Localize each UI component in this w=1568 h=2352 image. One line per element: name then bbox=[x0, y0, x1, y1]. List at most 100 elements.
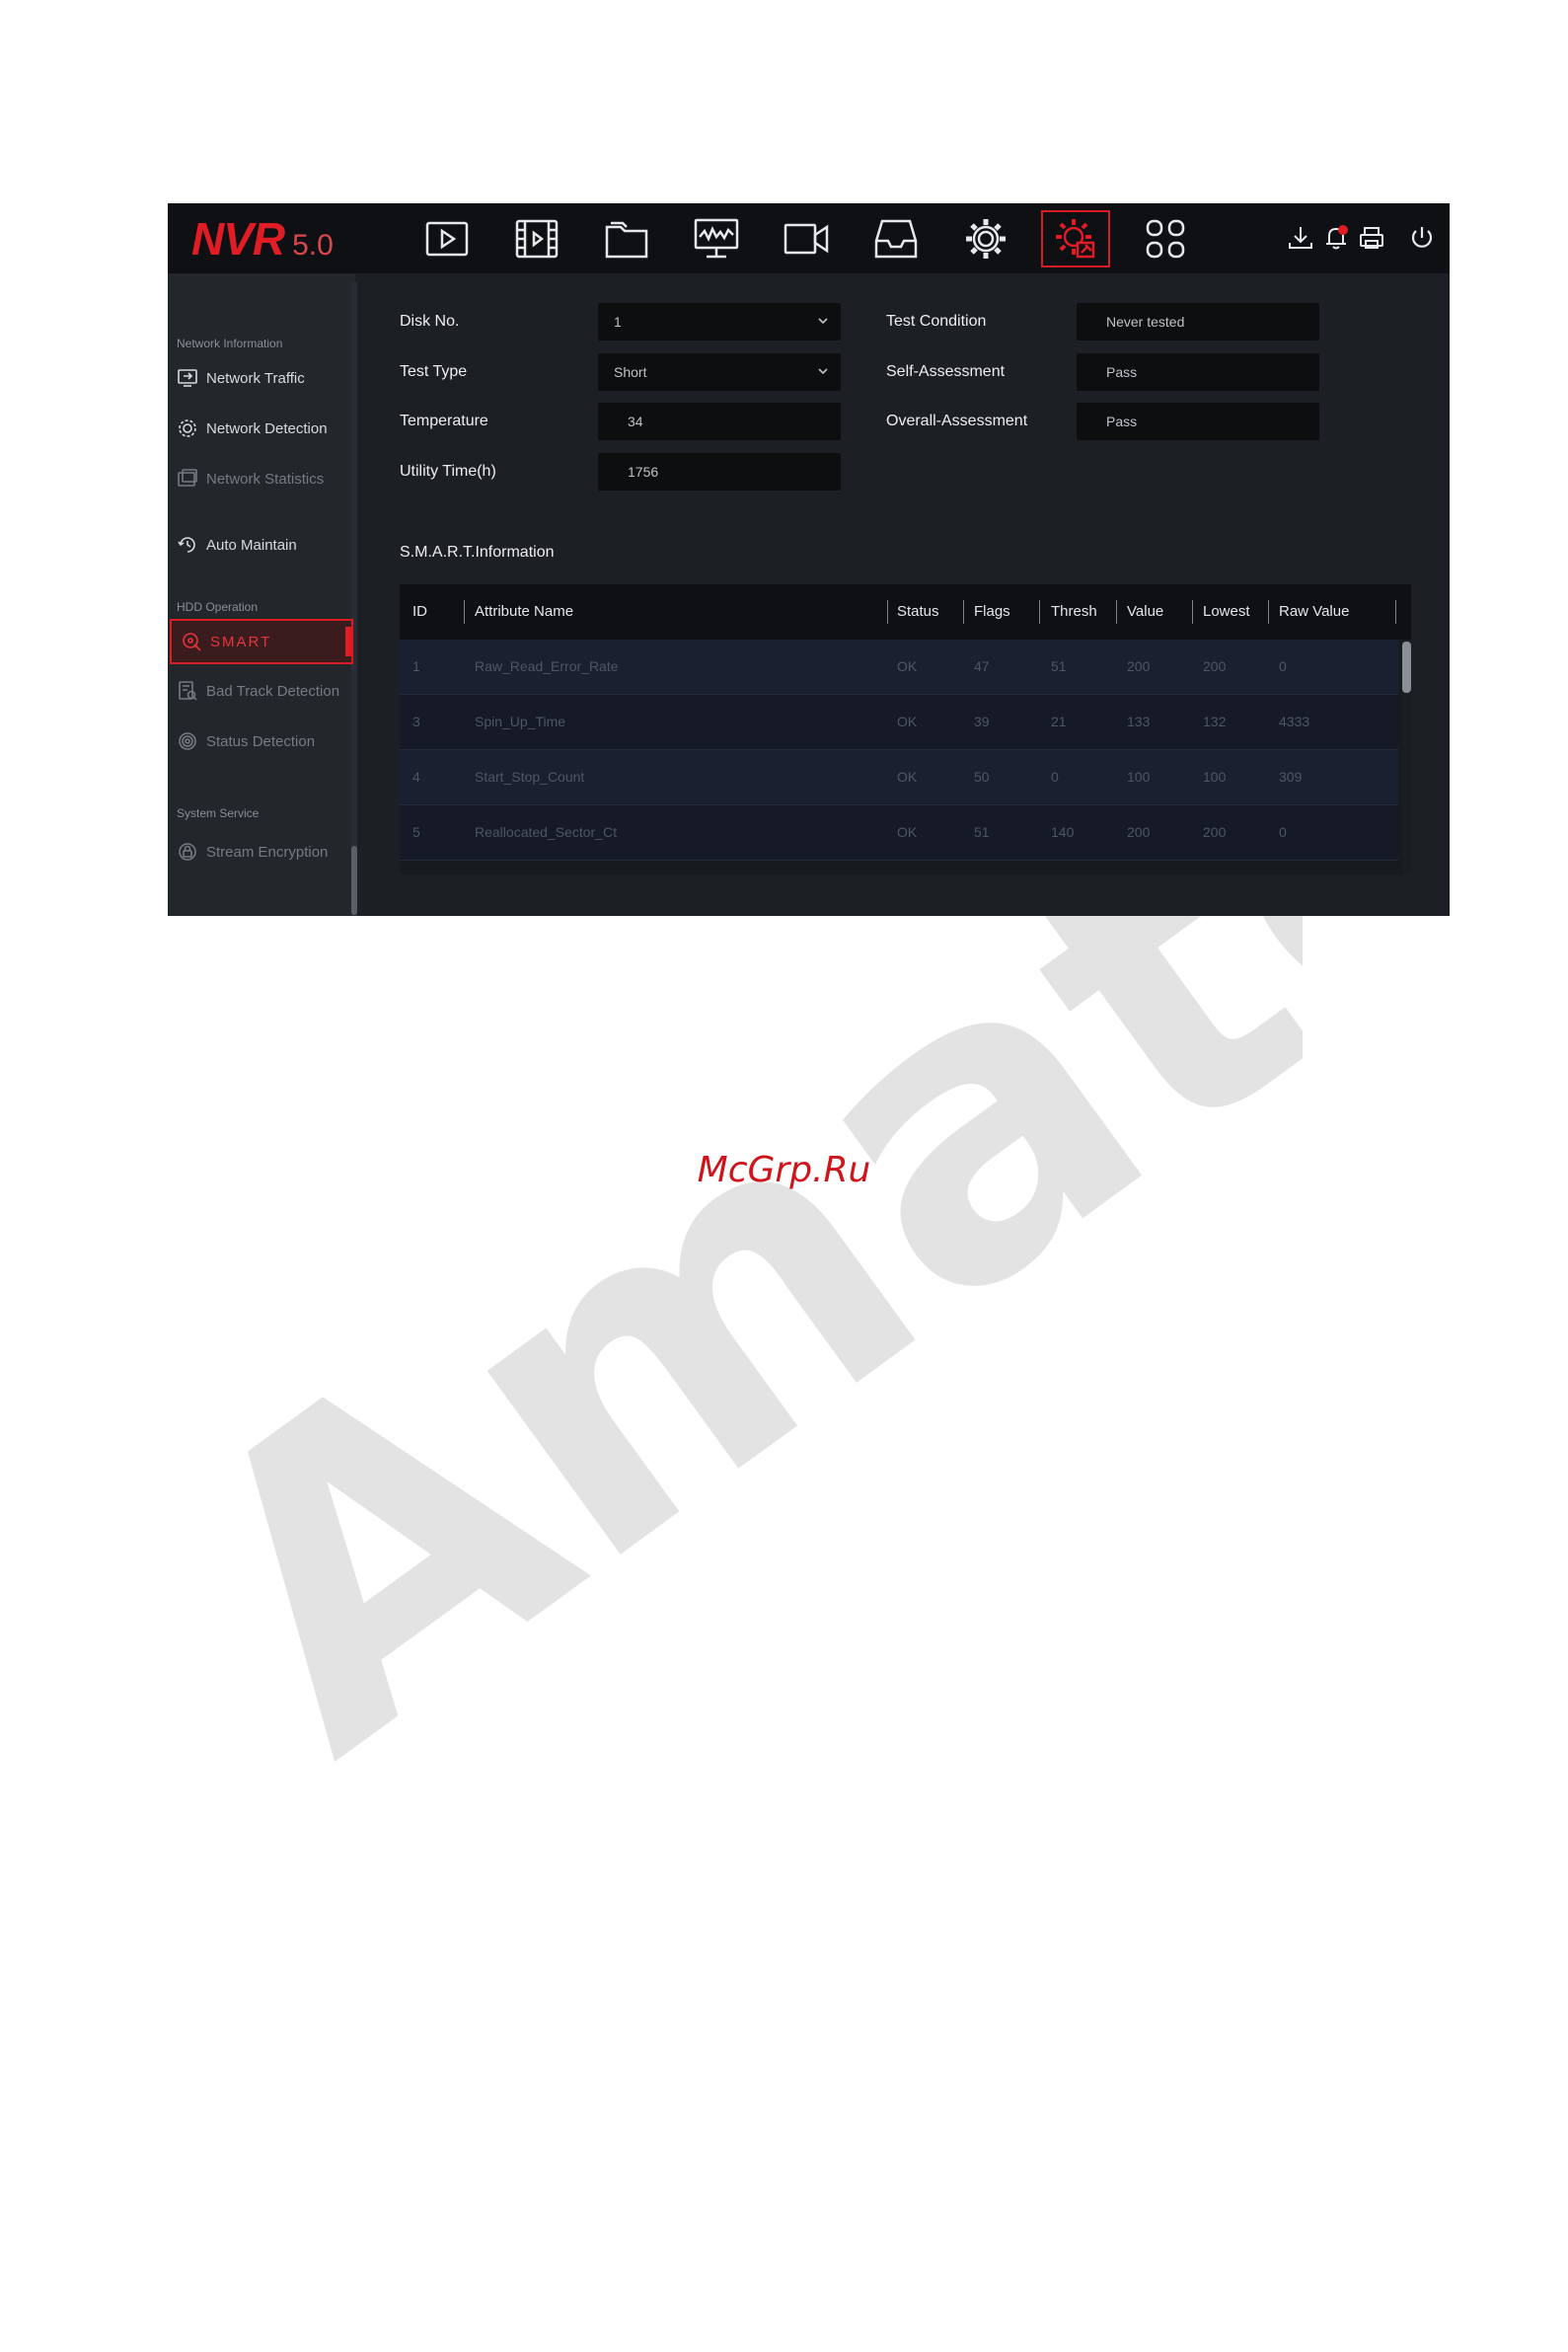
sidebar-item-status-detection[interactable]: Status Detection bbox=[168, 721, 349, 761]
cell-attribute: Reallocated_Sector_Ct bbox=[475, 824, 617, 840]
column-divider bbox=[464, 600, 465, 624]
utility-time-value: 1756 bbox=[628, 464, 659, 480]
test-type-select[interactable]: Short bbox=[598, 353, 841, 391]
sidebar-scrollbar[interactable] bbox=[351, 846, 357, 915]
section-hdd-operation: HDD Operation bbox=[177, 600, 259, 614]
network-traffic-label: Network Traffic bbox=[206, 369, 305, 387]
col-status[interactable]: Status bbox=[897, 603, 939, 620]
auto-maintain-icon bbox=[176, 533, 199, 557]
video-clip-icon[interactable] bbox=[502, 210, 571, 267]
section-network-information: Network Information bbox=[177, 337, 283, 350]
cell-status: OK bbox=[897, 769, 918, 785]
bad-track-detection-label: Bad Track Detection bbox=[206, 682, 340, 700]
sidebar-item-network-statistics[interactable]: Network Statistics bbox=[168, 459, 349, 498]
cell-attribute: Start_Stop_Count bbox=[475, 769, 585, 785]
cell-lowest: 200 bbox=[1203, 824, 1227, 840]
cell-value: 100 bbox=[1127, 769, 1151, 785]
smart-info-title: S.M.A.R.T.Information bbox=[400, 544, 555, 561]
file-folder-icon[interactable] bbox=[592, 210, 661, 267]
printer-icon[interactable] bbox=[1355, 221, 1388, 255]
column-divider bbox=[1395, 600, 1396, 624]
col-raw-value[interactable]: Raw Value bbox=[1279, 603, 1349, 620]
cell-id: 5 bbox=[412, 824, 420, 840]
table-row[interactable]: 3 Spin_Up_Time OK 39 21 133 132 4333 bbox=[400, 695, 1398, 750]
active-indicator bbox=[345, 627, 351, 656]
column-divider bbox=[1116, 600, 1117, 624]
storage-tray-icon[interactable] bbox=[861, 210, 931, 267]
column-divider bbox=[1192, 600, 1193, 624]
table-scrollbar[interactable] bbox=[1402, 642, 1411, 693]
settings-gear-icon[interactable] bbox=[951, 210, 1020, 267]
column-divider bbox=[1039, 600, 1040, 624]
overall-assessment-value: Pass bbox=[1106, 414, 1138, 429]
sidebar-item-auto-maintain[interactable]: Auto Maintain bbox=[168, 525, 349, 565]
column-divider bbox=[887, 600, 888, 624]
alarm-bell-icon[interactable] bbox=[1319, 221, 1353, 255]
cell-flags: 39 bbox=[974, 714, 990, 729]
network-statistics-label: Network Statistics bbox=[206, 470, 325, 488]
self-assessment-field: Pass bbox=[1077, 353, 1319, 391]
camera-icon[interactable] bbox=[772, 210, 841, 267]
column-divider bbox=[963, 600, 964, 624]
auto-maintain-label: Auto Maintain bbox=[206, 536, 297, 554]
temperature-label: Temperature bbox=[400, 413, 488, 429]
playback-icon[interactable] bbox=[412, 210, 482, 267]
cell-raw: 309 bbox=[1279, 769, 1303, 785]
sidebar-item-stream-encryption[interactable]: Stream Encryption bbox=[168, 832, 349, 872]
col-attribute-name[interactable]: Attribute Name bbox=[475, 603, 573, 620]
disk-no-select[interactable]: 1 bbox=[598, 303, 841, 341]
network-detection-icon bbox=[176, 417, 199, 440]
temperature-value: 34 bbox=[628, 414, 643, 429]
row-divider bbox=[400, 860, 1398, 861]
monitor-graph-icon[interactable] bbox=[682, 210, 751, 267]
status-detection-label: Status Detection bbox=[206, 732, 316, 750]
cell-raw: 0 bbox=[1279, 658, 1287, 674]
status-detection-icon bbox=[176, 729, 199, 753]
cell-attribute: Spin_Up_Time bbox=[475, 714, 566, 729]
utility-time-field: 1756 bbox=[598, 453, 841, 491]
table-header: ID Attribute Name Status Flags Thresh Va… bbox=[400, 584, 1411, 640]
table-row[interactable]: 5 Reallocated_Sector_Ct OK 51 140 200 20… bbox=[400, 805, 1398, 861]
disk-no-value: 1 bbox=[614, 314, 622, 330]
cell-status: OK bbox=[897, 824, 918, 840]
nvr-logo: NVR 5.0 bbox=[191, 209, 334, 268]
smart-label: SMART bbox=[210, 633, 272, 650]
test-type-label: Test Type bbox=[400, 363, 468, 380]
cell-id: 3 bbox=[412, 714, 420, 729]
col-id[interactable]: ID bbox=[412, 603, 427, 620]
test-type-value: Short bbox=[614, 364, 647, 380]
sidebar: Network Information Network Traffic Netw… bbox=[168, 273, 357, 916]
network-traffic-icon bbox=[176, 366, 199, 390]
self-assessment-value: Pass bbox=[1106, 364, 1138, 380]
maintenance-gear-icon[interactable] bbox=[1041, 210, 1110, 267]
cell-thresh: 140 bbox=[1051, 824, 1075, 840]
cell-attribute: Raw_Read_Error_Rate bbox=[475, 658, 619, 674]
self-assessment-label: Self-Assessment bbox=[886, 363, 1006, 380]
column-divider bbox=[1268, 600, 1269, 624]
cell-thresh: 21 bbox=[1051, 714, 1067, 729]
sidebar-scroll-track[interactable] bbox=[351, 282, 357, 916]
cell-thresh: 0 bbox=[1051, 769, 1059, 785]
col-flags[interactable]: Flags bbox=[974, 603, 1010, 620]
table-row[interactable]: 1 Raw_Read_Error_Rate OK 47 51 200 200 0 bbox=[400, 640, 1398, 695]
cell-raw: 4333 bbox=[1279, 714, 1310, 729]
power-icon[interactable] bbox=[1405, 221, 1439, 255]
cell-flags: 47 bbox=[974, 658, 990, 674]
col-value[interactable]: Value bbox=[1127, 603, 1163, 620]
table-row[interactable]: 4 Start_Stop_Count OK 50 0 100 100 309 bbox=[400, 750, 1398, 805]
sidebar-item-smart[interactable]: SMART bbox=[170, 619, 353, 664]
apps-grid-icon[interactable] bbox=[1131, 210, 1200, 267]
download-icon[interactable] bbox=[1284, 221, 1317, 255]
cell-id: 4 bbox=[412, 769, 420, 785]
sidebar-item-network-detection[interactable]: Network Detection bbox=[168, 409, 349, 448]
cell-id: 1 bbox=[412, 658, 420, 674]
col-thresh[interactable]: Thresh bbox=[1051, 603, 1097, 620]
sidebar-item-bad-track-detection[interactable]: Bad Track Detection bbox=[168, 671, 349, 711]
smart-icon bbox=[180, 630, 203, 653]
cell-status: OK bbox=[897, 714, 918, 729]
col-lowest[interactable]: Lowest bbox=[1203, 603, 1250, 620]
mcgrp-watermark: McGrp.Ru bbox=[697, 1150, 871, 1190]
section-system-service: System Service bbox=[177, 806, 260, 820]
cell-thresh: 51 bbox=[1051, 658, 1067, 674]
sidebar-item-network-traffic[interactable]: Network Traffic bbox=[168, 358, 349, 398]
